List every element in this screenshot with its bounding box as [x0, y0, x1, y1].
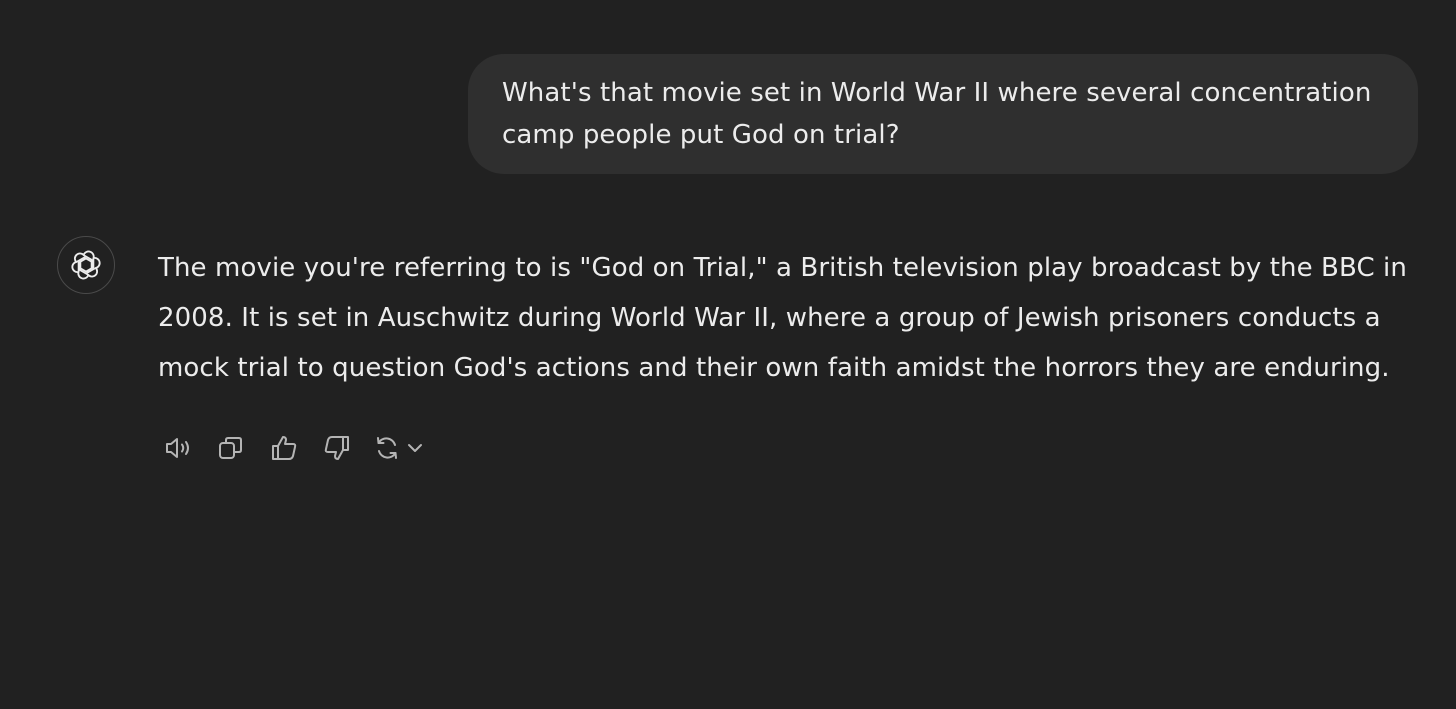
good-response-button[interactable]: [266, 430, 302, 466]
thumbs-up-icon: [272, 436, 297, 460]
regenerate-button[interactable]: [372, 430, 426, 466]
assistant-message-text: The movie you're referring to is "God on…: [158, 253, 1407, 383]
user-message-text: What's that movie set in World War II wh…: [502, 78, 1372, 150]
bad-response-button[interactable]: [319, 430, 355, 466]
assistant-avatar: [57, 236, 115, 294]
read-aloud-button[interactable]: [160, 430, 196, 466]
regenerate-icon: [377, 437, 397, 459]
speaker-icon: [166, 438, 189, 458]
copy-button[interactable]: [213, 430, 249, 466]
copy-icon: [219, 437, 242, 459]
chat-thread: What's that movie set in World War II wh…: [0, 0, 1456, 709]
thumbs-down-icon: [324, 436, 349, 460]
openai-logo-icon: [71, 250, 101, 280]
chevron-down-icon[interactable]: [404, 437, 426, 459]
user-message-bubble: What's that movie set in World War II wh…: [468, 54, 1418, 174]
message-actions: [160, 428, 426, 468]
